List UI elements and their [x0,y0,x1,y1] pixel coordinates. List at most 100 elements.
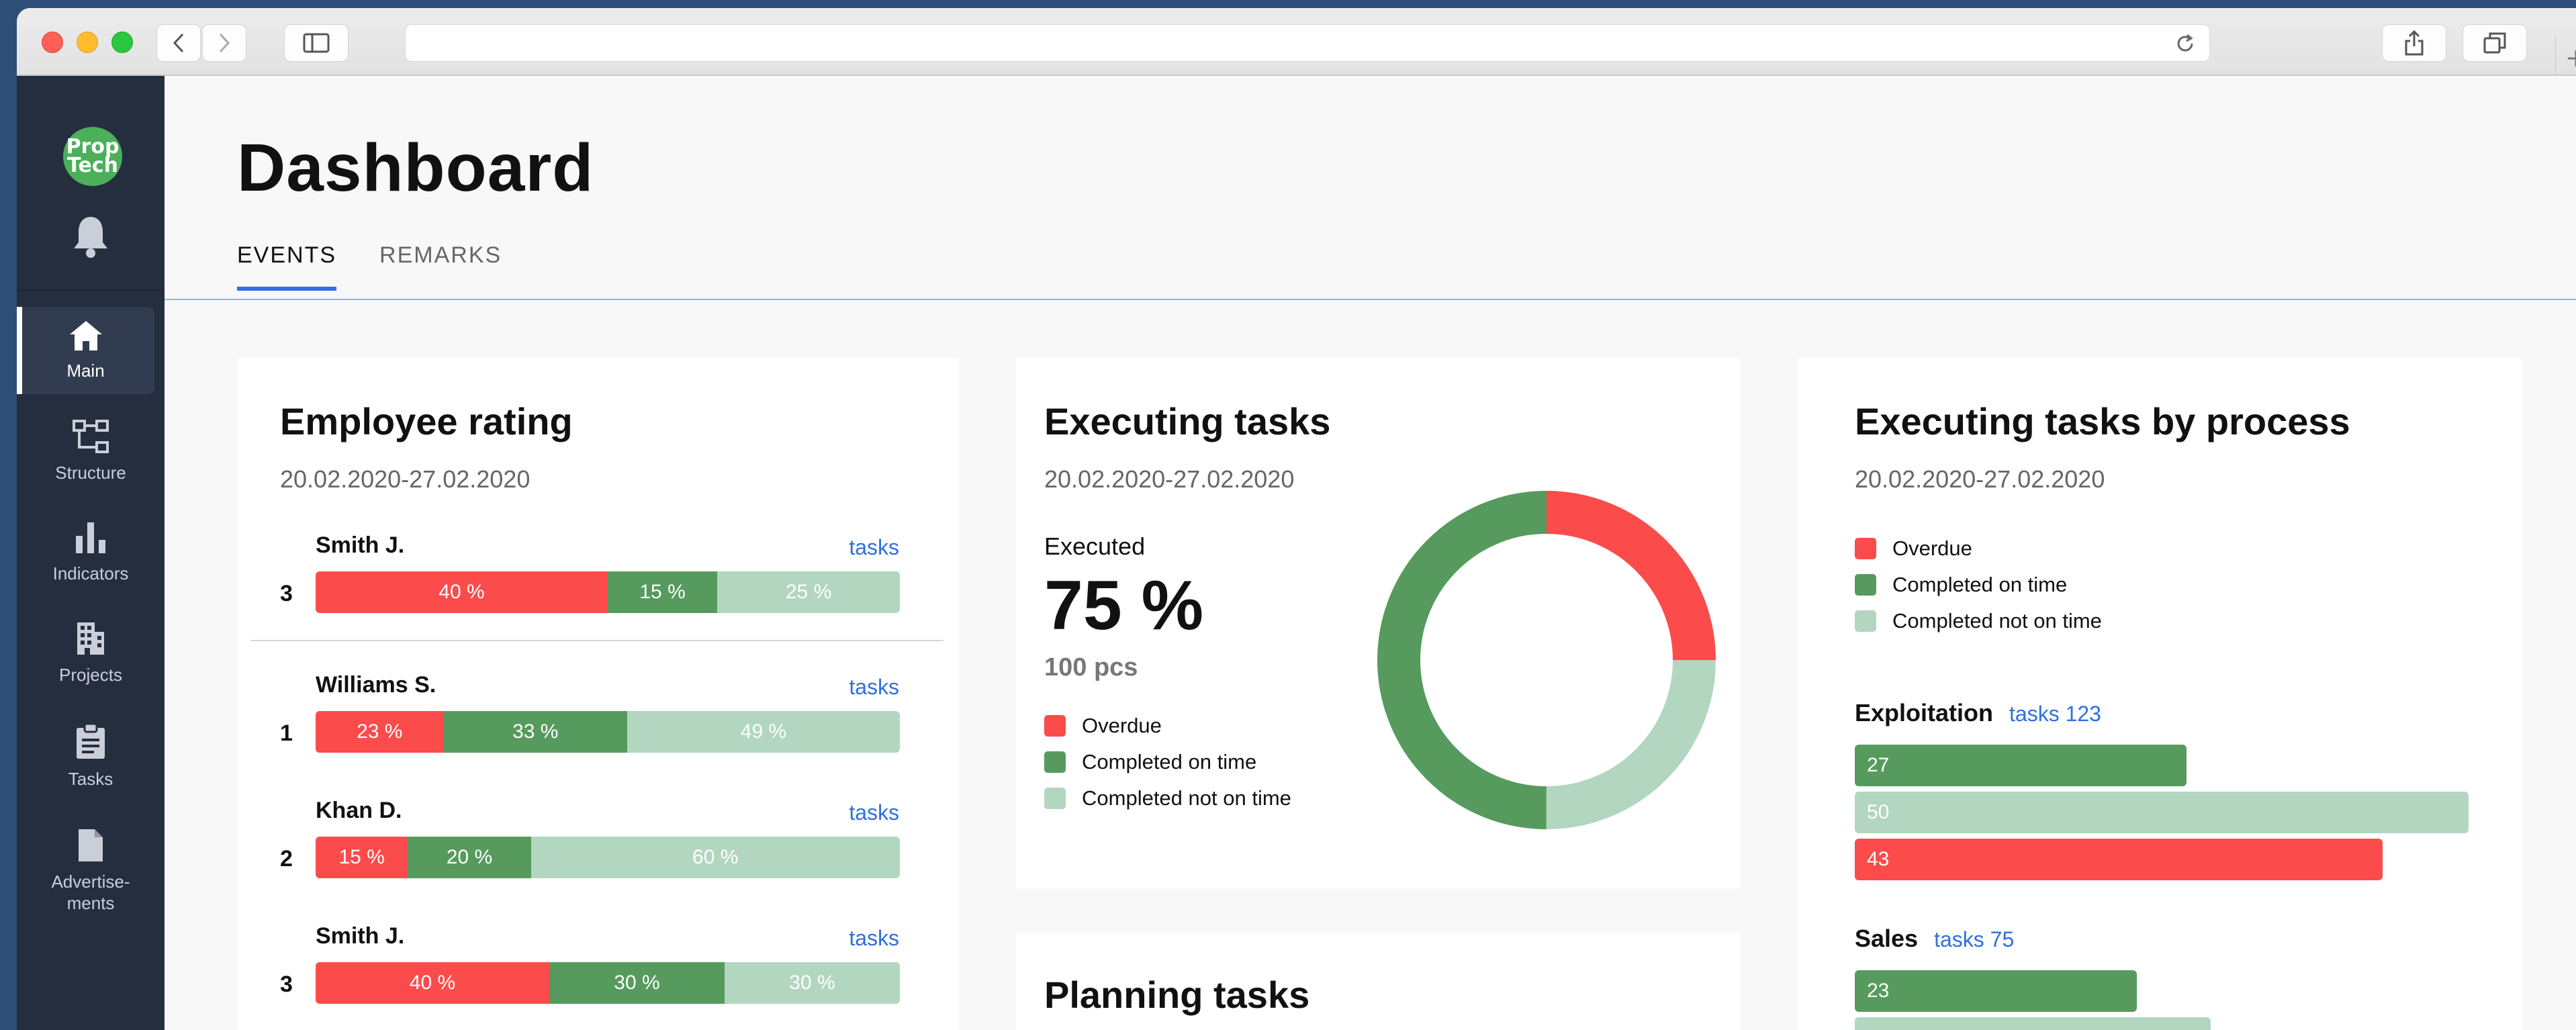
executed-count: 100 pcs [1044,653,1138,682]
new-tab-button[interactable] [2555,35,2576,82]
process-tasks-link[interactable]: tasks 75 [1934,927,2014,952]
tabs-divider [165,299,2576,300]
legend-label: Completed not on time [1892,609,2102,633]
reload-icon[interactable] [2174,33,2196,54]
legend-not-on-time: Completed not on time [1044,786,1291,810]
process-name: Sales [1855,925,1919,952]
on-time-segment: 30 % [549,962,725,1004]
tab-bar: EVENTS REMARKS [237,242,502,291]
tasks-by-process-date: 20.02.2020-27.02.2020 [1855,465,2105,493]
sidebar-icon [303,33,330,53]
structure-icon [73,420,109,453]
employee-rating-date: 20.02.2020-27.02.2020 [280,465,531,493]
legend-on-time: Completed on time [1044,750,1256,774]
on-time-segment: 15 % [608,571,718,613]
not-on-time-segment: 49 % [627,711,900,753]
legend-swatch [1855,574,1876,596]
back-button[interactable] [156,24,201,62]
legend-label: Completed not on time [1082,786,1291,810]
legend-not-on-time: Completed not on time [1855,609,2102,633]
planning-tasks-title: Planning tasks [1044,974,1310,1016]
process-exploitation-header: Exploitation tasks 123 [1855,699,2101,727]
employee-name: Smith J. [316,923,405,949]
main-content: Dashboard EVENTS REMARKS Employee rating… [165,76,2576,1030]
address-bar[interactable] [405,24,2210,62]
employee-row: Smith J. tasks 3 40 % 30 % 30 % [237,923,958,1030]
tasks-by-process-title: Executing tasks by process [1855,400,2350,442]
bar-chart-icon [76,522,105,553]
sidebar-item-advertisements[interactable]: Advertise- ments [17,817,165,925]
maximize-window-button[interactable] [111,32,133,53]
not-on-time-segment: 25 % [717,571,900,613]
sidebar-item-label-line1: Advertise- [51,872,130,892]
employee-rank: 1 [280,720,293,746]
employee-name: Smith J. [316,532,405,558]
process-bar-on-time: 23 [1855,970,2137,1012]
sidebar-item-tasks[interactable]: Tasks [17,712,165,800]
building-icon [77,622,104,655]
legend-overdue: Overdue [1855,536,1972,561]
plus-icon [2567,50,2576,66]
sidebar-item-projects[interactable]: Projects [17,609,165,696]
legend-swatch [1855,610,1876,632]
sidebar-divider [17,289,165,291]
executing-tasks-card: Executing tasks 20.02.2020-27.02.2020 Ex… [1016,358,1740,888]
sidebar-item-label: Main [66,361,105,381]
sidebar-item-label: Projects [59,665,122,685]
process-tasks-link[interactable]: tasks 123 [2009,702,2101,727]
on-time-segment: 20 % [408,837,531,878]
process-sales-header: Sales tasks 75 [1855,925,2014,953]
not-on-time-segment: 60 % [531,837,900,878]
executing-tasks-date: 20.02.2020-27.02.2020 [1044,465,1295,493]
employee-tasks-link[interactable]: tasks [849,800,899,825]
employee-rating-bar: 23 % 33 % 49 % [316,711,900,753]
sidebar-item-structure[interactable]: Structure [17,408,165,495]
sidebar-item-indicators[interactable]: Indicators [17,508,165,596]
employee-rank: 3 [280,972,293,997]
employee-rating-title: Employee rating [280,400,573,442]
executing-tasks-title: Executing tasks [1044,400,1331,442]
close-window-button[interactable] [42,32,63,53]
share-button[interactable] [2382,24,2446,62]
legend-swatch [1855,538,1876,559]
notifications-button[interactable] [71,214,110,262]
legend-swatch [1044,788,1066,809]
process-bar-not-on-time: 29 [1855,1017,2211,1030]
employee-tasks-link[interactable]: tasks [849,675,899,700]
employee-rating-bar: 40 % 30 % 30 % [316,962,900,1004]
overdue-segment: 15 % [316,837,408,878]
chevron-right-icon [219,33,230,53]
employee-rank: 3 [280,581,293,606]
employee-tasks-link[interactable]: tasks [849,926,899,951]
forward-button[interactable] [202,24,246,62]
tabs-overview-button[interactable] [2463,24,2527,62]
legend-label: Completed on time [1892,573,2068,596]
on-time-segment: 33 % [443,711,627,753]
legend-overdue: Overdue [1044,714,1162,738]
app-sidebar: Prop Tech Main Structure Indicators Proj… [17,76,165,1030]
legend-swatch [1044,751,1066,773]
share-icon [2405,30,2424,56]
employee-row: Khan D. tasks 2 15 % 20 % 60 % [237,798,958,905]
logo-text-line2: Tech [67,154,118,177]
sidebar-toggle-button[interactable] [284,24,349,62]
planning-tasks-card: Planning tasks [1016,933,1740,1030]
employee-rating-card: Employee rating 20.02.2020-27.02.2020 Sm… [237,358,958,1030]
employee-name: Khan D. [316,798,402,823]
executed-percentage: 75 % [1044,567,1204,645]
tasks-by-process-card: Executing tasks by process 20.02.2020-27… [1797,358,2522,1030]
tab-remarks[interactable]: REMARKS [379,242,502,283]
minimize-window-button[interactable] [77,32,98,53]
employee-name: Williams S. [316,672,436,698]
proptech-logo[interactable]: Prop Tech [63,127,122,186]
tab-events[interactable]: EVENTS [237,242,337,291]
executing-tasks-donut [1377,491,1716,829]
tabs-icon [2483,32,2506,54]
sidebar-item-label-line2: ments [66,893,115,913]
employee-tasks-link[interactable]: tasks [849,535,899,560]
rating-divider [250,640,944,641]
employee-row: Williams S. tasks 1 23 % 33 % 49 % [237,672,958,780]
executed-label: Executed [1044,532,1146,560]
sidebar-item-main[interactable]: Main [17,307,154,394]
legend-label: Completed on time [1082,750,1257,774]
